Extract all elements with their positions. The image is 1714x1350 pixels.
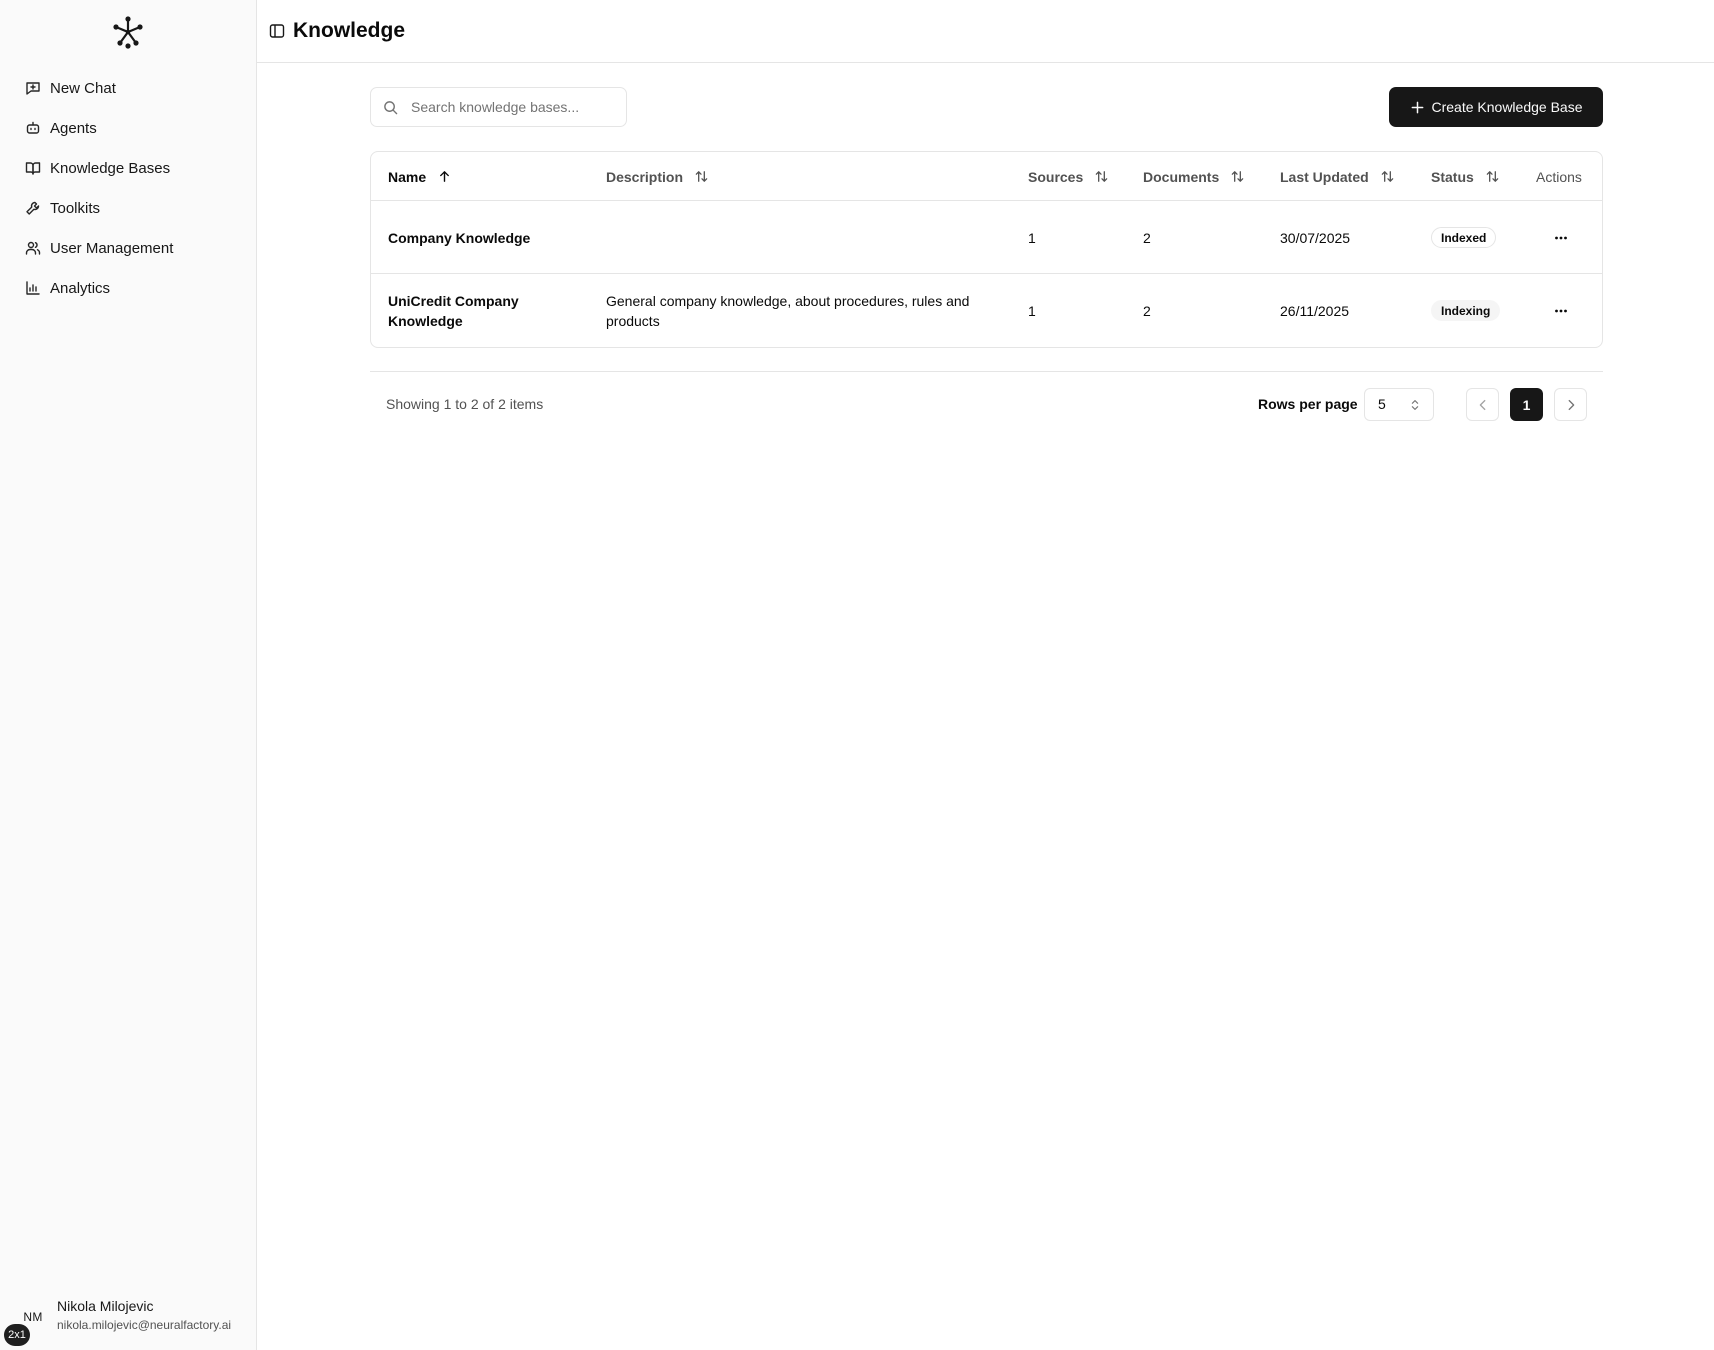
sort-toggle-icon	[1380, 169, 1395, 184]
column-header-sources[interactable]: Sources	[1028, 152, 1109, 201]
search-icon	[383, 100, 398, 115]
column-header-documents[interactable]: Documents	[1143, 152, 1245, 201]
cell-documents: 2	[1143, 229, 1151, 246]
row-actions-button[interactable]	[1546, 223, 1576, 253]
bar-chart-icon	[25, 280, 41, 296]
pagination-summary: Showing 1 to 2 of 2 items	[386, 396, 544, 412]
user-profile[interactable]: NM Nikola Milojevic nikola.milojevic@neu…	[0, 1286, 257, 1350]
cell-sources: 1	[1028, 229, 1036, 246]
page-title: Knowledge	[293, 19, 406, 42]
cell-status: Indexing	[1431, 274, 1501, 347]
sort-toggle-icon	[1485, 169, 1500, 184]
column-header-description[interactable]: Description	[606, 152, 709, 201]
column-header-name[interactable]: Name	[388, 152, 452, 201]
message-plus-icon	[25, 80, 41, 96]
user-email: nikola.milojevic@neuralfactory.ai	[57, 1318, 232, 1332]
sidebar-item-label: Analytics	[50, 279, 111, 297]
sidebar-item-label: User Management	[50, 239, 174, 257]
sort-ascending-icon	[437, 169, 452, 184]
search-box[interactable]	[370, 87, 627, 127]
previous-page-button[interactable]	[1466, 388, 1499, 421]
sidebar-item-new-chat[interactable]: New Chat	[14, 68, 244, 108]
chevrons-up-down-icon	[1408, 398, 1422, 412]
sidebar-item-user-management[interactable]: User Management	[14, 228, 244, 268]
sidebar-item-label: Knowledge Bases	[50, 159, 171, 177]
sidebar-toggle-icon[interactable]	[269, 23, 285, 39]
cell-last-updated: 26/11/2025	[1280, 302, 1350, 319]
cell-name: Company Knowledge	[388, 229, 531, 246]
page-button-current[interactable]: 1	[1510, 388, 1543, 421]
sort-toggle-icon	[1230, 169, 1245, 184]
cell-description	[606, 201, 1006, 274]
user-name: Nikola Milojevic	[57, 1298, 154, 1314]
row-actions-button[interactable]	[1546, 296, 1576, 326]
sidebar-item-analytics[interactable]: Analytics	[14, 268, 244, 308]
search-input[interactable]	[411, 88, 621, 126]
column-label: Sources	[1028, 168, 1084, 185]
table-row[interactable]: Company Knowledge 1 2 30/07/2025 Indexed	[371, 201, 1602, 274]
sort-toggle-icon	[694, 169, 709, 184]
next-page-button[interactable]	[1554, 388, 1587, 421]
column-label: Documents	[1143, 168, 1220, 185]
more-horizontal-icon	[1553, 230, 1569, 246]
create-button-label: Create Knowledge Base	[1431, 99, 1583, 115]
chevron-left-icon	[1476, 398, 1490, 412]
column-label: Last Updated	[1280, 168, 1369, 185]
create-knowledge-base-button[interactable]: Create Knowledge Base	[1389, 87, 1603, 127]
sidebar-item-knowledge-bases[interactable]: Knowledge Bases	[14, 148, 244, 188]
cell-description: General company knowledge, about procedu…	[606, 292, 970, 329]
page-header: Knowledge	[257, 0, 1714, 63]
bot-icon	[25, 120, 41, 136]
rows-per-page-select[interactable]: 5	[1364, 388, 1434, 421]
cell-last-updated: 30/07/2025	[1280, 229, 1351, 246]
rows-per-page-label: Rows per page	[1258, 396, 1358, 412]
users-icon	[25, 240, 41, 256]
column-label: Description	[606, 168, 684, 185]
more-horizontal-icon	[1553, 303, 1569, 319]
table-row[interactable]: UniCredit Company Knowledge General comp…	[371, 274, 1602, 347]
table-footer-divider	[370, 371, 1603, 372]
table-header: Name Description Sources Documents Last …	[371, 152, 1602, 201]
cell-status: Indexed	[1431, 201, 1497, 274]
status-badge: Indexed	[1431, 227, 1497, 248]
sidebar-item-label: New Chat	[50, 79, 116, 97]
column-label: Name	[388, 168, 427, 185]
sidebar-item-label: Toolkits	[50, 199, 101, 217]
wrench-icon	[25, 200, 41, 216]
column-header-last-updated[interactable]: Last Updated	[1280, 152, 1395, 201]
cell-actions	[1546, 274, 1576, 347]
sort-toggle-icon	[1094, 169, 1109, 184]
app-logo-icon[interactable]	[110, 14, 146, 50]
sidebar-item-agents[interactable]: Agents	[14, 108, 244, 148]
cell-sources: 1	[1028, 302, 1036, 319]
column-header-actions: Actions	[1536, 152, 1582, 201]
sidebar-item-toolkits[interactable]: Toolkits	[14, 188, 244, 228]
chevron-right-icon	[1564, 398, 1578, 412]
column-label: Status	[1431, 168, 1474, 185]
cell-name: UniCredit Company Knowledge	[388, 292, 519, 329]
sidebar-item-label: Agents	[50, 119, 97, 137]
corner-badge[interactable]: 2x1	[4, 1324, 30, 1346]
sidebar: New Chat Agents Knowledge Bases Toolkits…	[0, 0, 257, 1350]
knowledge-bases-table: Name Description Sources Documents Last …	[370, 151, 1603, 348]
status-badge: Indexing	[1431, 300, 1501, 321]
column-header-status[interactable]: Status	[1431, 152, 1500, 201]
column-label: Actions	[1536, 168, 1582, 185]
cell-documents: 2	[1143, 302, 1151, 319]
rows-per-page-value: 5	[1378, 396, 1386, 412]
sidebar-nav: New Chat Agents Knowledge Bases Toolkits…	[14, 68, 244, 308]
cell-actions	[1546, 201, 1576, 274]
book-open-icon	[25, 160, 41, 176]
plus-icon	[1410, 100, 1425, 115]
